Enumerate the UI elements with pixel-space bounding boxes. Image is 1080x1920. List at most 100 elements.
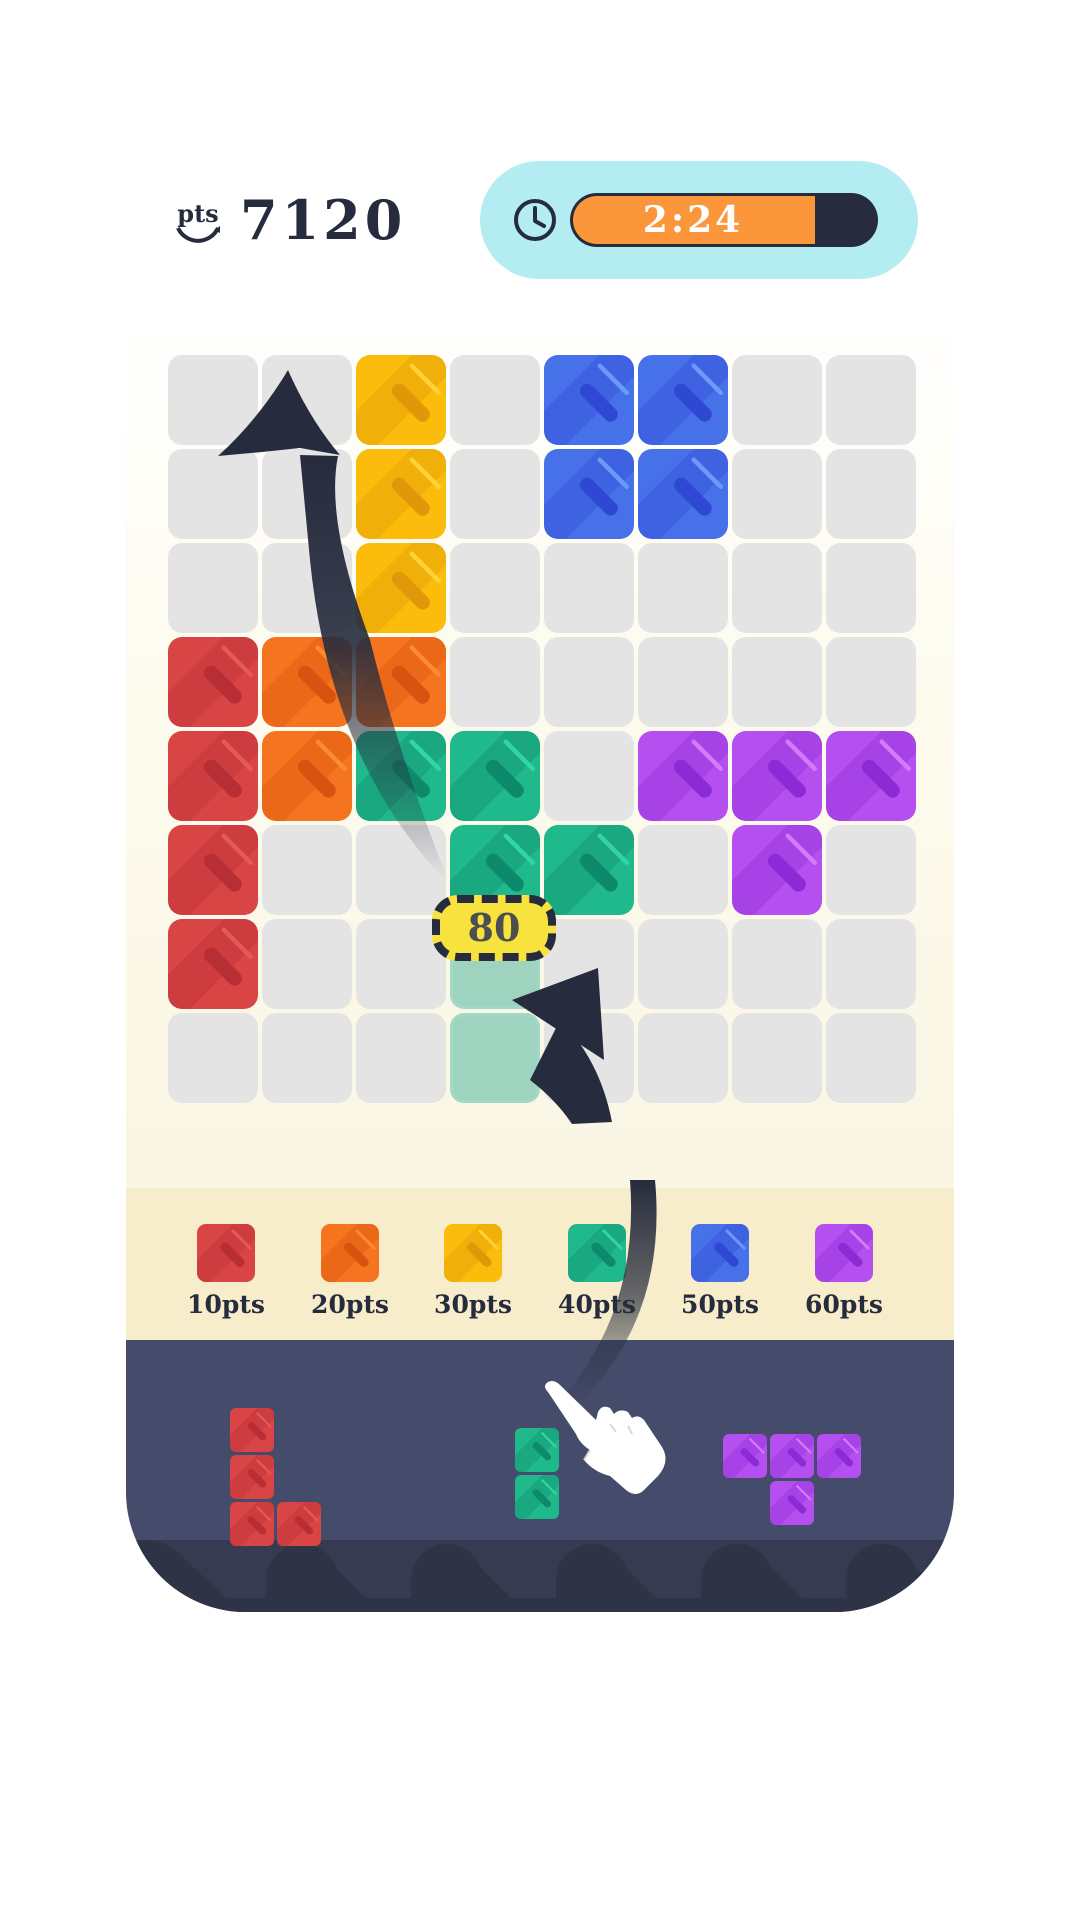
board-cell-empty[interactable] [826, 825, 916, 915]
legend-item-green: 40pts [542, 1224, 652, 1334]
timer-bar: 2:24 [570, 193, 878, 247]
board-block-red[interactable] [168, 919, 258, 1009]
legend-tile-red [197, 1224, 255, 1282]
legend-label: 20pts [311, 1290, 389, 1319]
tray-block-purple[interactable] [770, 1481, 814, 1525]
board-cell-empty[interactable] [732, 543, 822, 633]
legend-item-yellow: 30pts [418, 1224, 528, 1334]
board-cell-empty[interactable] [544, 1013, 634, 1103]
board-block-orange[interactable] [356, 637, 446, 727]
legend-tile-purple [815, 1224, 873, 1282]
tray-block-red[interactable] [230, 1408, 274, 1452]
board-cell-empty[interactable] [450, 449, 540, 539]
board-cell-empty[interactable] [826, 637, 916, 727]
board-cell-empty[interactable] [826, 919, 916, 1009]
pts-coin-icon: pts [176, 199, 220, 243]
tray-block-red[interactable] [230, 1502, 274, 1546]
board-block-purple[interactable] [826, 731, 916, 821]
board-cell-empty[interactable] [732, 919, 822, 1009]
board-cell-empty[interactable] [544, 919, 634, 1009]
legend-label: 30pts [434, 1290, 512, 1319]
board-cell-empty[interactable] [356, 825, 446, 915]
legend-label: 10pts [187, 1290, 265, 1319]
score-icon-label: pts [177, 199, 218, 228]
board-cell-empty[interactable] [638, 1013, 728, 1103]
tray-block-purple[interactable] [817, 1434, 861, 1478]
tray-block-purple[interactable] [723, 1434, 767, 1478]
board-cell-empty[interactable] [732, 637, 822, 727]
legend-label: 60pts [805, 1290, 883, 1319]
board-block-purple[interactable] [732, 731, 822, 821]
board-block-blue[interactable] [638, 355, 728, 445]
score-value: 7120 [240, 188, 407, 252]
board-cell-empty[interactable] [732, 355, 822, 445]
legend-tile-blue [691, 1224, 749, 1282]
board-cell-empty[interactable] [262, 1013, 352, 1103]
board-cell-empty[interactable] [262, 355, 352, 445]
legend-item-blue: 50pts [665, 1224, 775, 1334]
board-block-orange[interactable] [262, 731, 352, 821]
board-cell-empty[interactable] [732, 1013, 822, 1103]
legend-tile-orange [321, 1224, 379, 1282]
board-cell-empty[interactable] [450, 355, 540, 445]
legend-item-orange: 20pts [295, 1224, 405, 1334]
board-cell-empty[interactable] [356, 1013, 446, 1103]
points-popup-value: 80 [467, 905, 521, 950]
board-cell-empty[interactable] [732, 449, 822, 539]
board-block-blue[interactable] [544, 449, 634, 539]
board-block-green[interactable] [450, 731, 540, 821]
board-cell-empty[interactable] [826, 1013, 916, 1103]
legend-label: 50pts [681, 1290, 759, 1319]
board-block-yellow[interactable] [356, 543, 446, 633]
board-block-orange[interactable] [262, 637, 352, 727]
tray-block-purple[interactable] [770, 1434, 814, 1478]
board-cell-empty[interactable] [262, 449, 352, 539]
board-cell-empty[interactable] [168, 449, 258, 539]
legend-item-purple: 60pts [789, 1224, 899, 1334]
score-display: pts 7120 [170, 188, 407, 252]
legend-item-red: 10pts [171, 1224, 281, 1334]
pointing-hand-icon [545, 1381, 666, 1494]
board-cell-empty[interactable] [544, 543, 634, 633]
points-legend: 10pts 20pts 30pts 40pts 50pts 60pts [126, 1188, 954, 1340]
board-cell-empty[interactable] [638, 543, 728, 633]
board-block-red[interactable] [168, 825, 258, 915]
clock-icon [514, 199, 556, 241]
board-block-green[interactable] [356, 731, 446, 821]
legend-tile-yellow [444, 1224, 502, 1282]
board-cell-empty[interactable] [544, 731, 634, 821]
legend-label: 40pts [558, 1290, 636, 1319]
board-block-purple[interactable] [638, 731, 728, 821]
game-screen: pts 7120 2:24 80 10pts 20pts 30pts 40pts 50p… [0, 0, 1080, 1920]
tray-block-red[interactable] [230, 1455, 274, 1499]
board-cell-empty[interactable] [450, 637, 540, 727]
board-cell-empty[interactable] [262, 919, 352, 1009]
board-cell-empty[interactable] [168, 1013, 258, 1103]
timer-text: 2:24 [642, 199, 744, 241]
tray-block-red[interactable] [277, 1502, 321, 1546]
board-cell-empty[interactable] [638, 637, 728, 727]
board-block-yellow[interactable] [356, 355, 446, 445]
board-block-green[interactable] [544, 825, 634, 915]
legend-tile-green [568, 1224, 626, 1282]
board-block-purple[interactable] [732, 825, 822, 915]
board-block-red[interactable] [168, 637, 258, 727]
board-cell-empty[interactable] [826, 449, 916, 539]
board-cell-empty[interactable] [638, 825, 728, 915]
board-block-yellow[interactable] [356, 449, 446, 539]
timer-pill: 2:24 [480, 161, 918, 279]
game-board[interactable] [168, 355, 916, 1105]
board-cell-empty[interactable] [168, 355, 258, 445]
board-cell-empty[interactable] [544, 637, 634, 727]
board-cell-empty[interactable] [262, 825, 352, 915]
board-cell-empty[interactable] [262, 543, 352, 633]
board-block-red[interactable] [168, 731, 258, 821]
board-cell-empty[interactable] [450, 543, 540, 633]
board-cell-empty[interactable] [168, 543, 258, 633]
board-cell-empty[interactable] [638, 919, 728, 1009]
board-block-blue[interactable] [638, 449, 728, 539]
board-cell-empty[interactable] [826, 543, 916, 633]
board-cell-empty[interactable] [826, 355, 916, 445]
points-popup: 80 [432, 895, 556, 961]
board-block-blue[interactable] [544, 355, 634, 445]
